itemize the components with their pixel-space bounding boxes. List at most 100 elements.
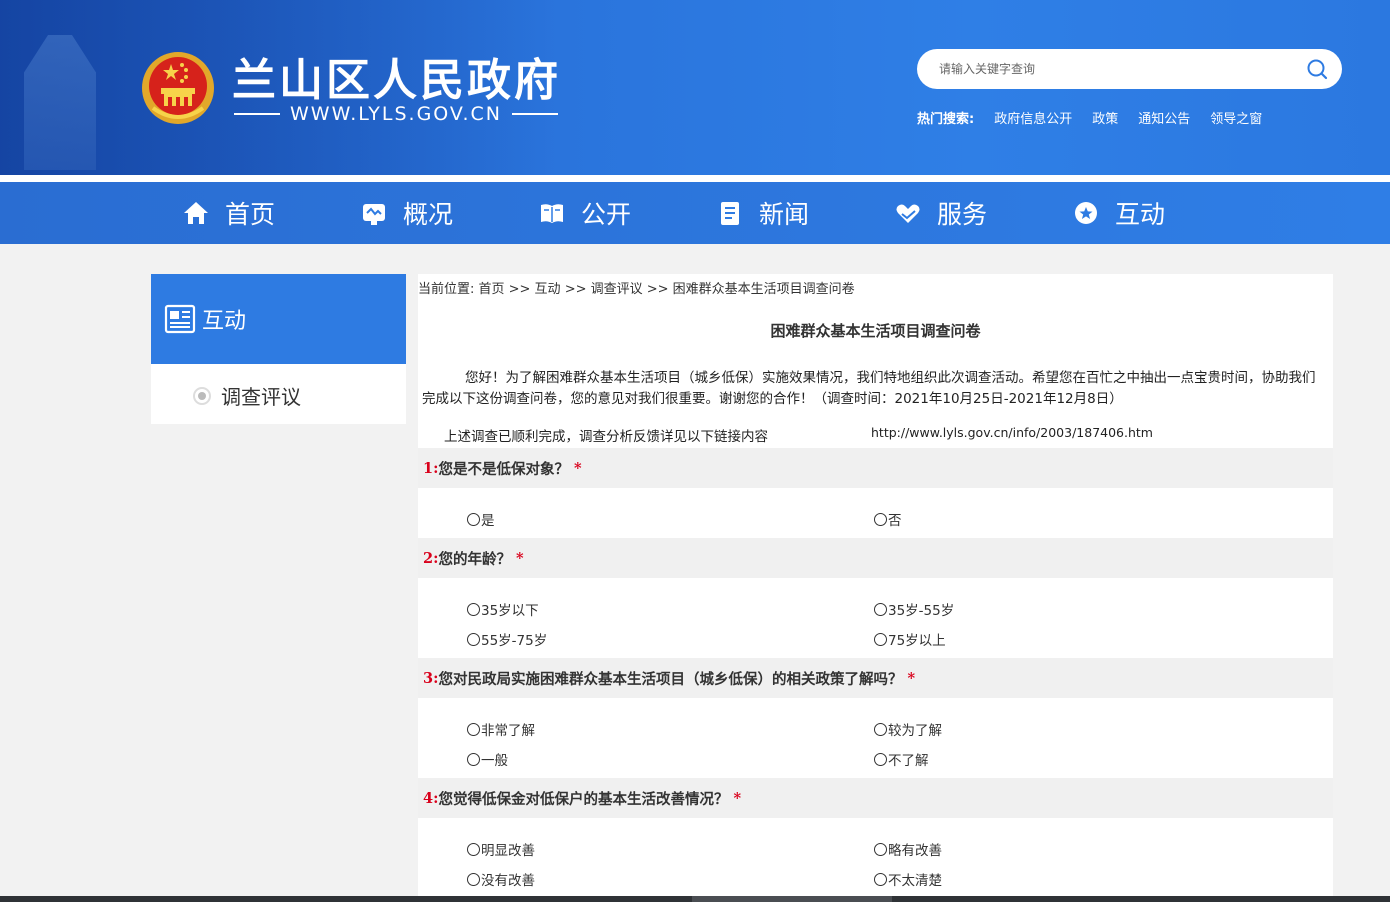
taskbar — [0, 896, 1390, 902]
option-label: 35岁-55岁 — [888, 603, 955, 619]
option-radio[interactable]: 较为了解 — [874, 719, 942, 739]
overview-icon — [359, 198, 389, 228]
option-label: 较为了解 — [888, 723, 942, 739]
hot-search: 热门搜索: 政府信息公开 政策 通知公告 领导之窗 — [917, 108, 1262, 127]
nav-item-interact[interactable]: 互动 — [1071, 182, 1165, 244]
search-box — [917, 49, 1342, 89]
option-radio[interactable]: 略有改善 — [874, 839, 942, 859]
question-4-heading: 4: 您觉得低保金对低保户的基本生活改善情况？ * — [418, 778, 1333, 818]
option-radio[interactable]: 非常了解 — [467, 719, 535, 739]
option-radio[interactable]: 不太清楚 — [874, 869, 942, 889]
nav-label: 首页 — [225, 200, 276, 229]
nav-label: 互动 — [1115, 200, 1166, 229]
question-number: 1: — [423, 459, 439, 477]
nav-item-service[interactable]: 服务 — [893, 182, 987, 244]
sidebar-item-survey[interactable]: 调查评议 — [193, 381, 301, 410]
nav-item-public[interactable]: 公开 — [537, 182, 631, 244]
option-label: 没有改善 — [481, 873, 535, 889]
bullet-icon — [193, 386, 211, 405]
sidebar: 互动 调查评议 — [151, 274, 406, 424]
option-radio[interactable]: 否 — [874, 509, 902, 529]
question-number: 2: — [423, 549, 439, 567]
main-nav: 首页 概况 公开 新闻 服务 互动 — [0, 182, 1390, 244]
option-label: 不太清楚 — [888, 873, 942, 889]
radio-icon[interactable] — [874, 632, 887, 646]
option-label: 略有改善 — [888, 843, 942, 859]
sidebar-title: 互动 — [202, 309, 247, 334]
search-icon[interactable] — [1306, 58, 1328, 80]
radio-icon[interactable] — [874, 752, 887, 766]
question-number: 4: — [423, 789, 439, 807]
required-mark: * — [733, 789, 742, 807]
survey-title: 困难群众基本生活项目调查问卷 — [770, 322, 981, 340]
sidebar-item-label: 调查评议 — [221, 385, 301, 409]
option-radio[interactable]: 75岁以上 — [874, 629, 946, 649]
nav-label: 新闻 — [759, 200, 810, 229]
radio-icon[interactable] — [874, 512, 887, 526]
question-text: 您是不是低保对象？ — [438, 460, 569, 478]
option-radio[interactable]: 没有改善 — [467, 869, 535, 889]
nav-item-news[interactable]: 新闻 — [715, 182, 809, 244]
nav-label: 公开 — [581, 200, 632, 229]
newspaper-icon — [164, 304, 196, 334]
taskbar-segment — [692, 896, 892, 902]
option-label: 非常了解 — [481, 723, 535, 739]
option-label: 35岁以下 — [481, 603, 539, 619]
hot-link[interactable]: 领导之窗 — [1210, 108, 1262, 127]
nav-label: 服务 — [937, 200, 988, 229]
national-emblem-icon — [142, 52, 214, 124]
option-radio[interactable]: 35岁以下 — [467, 599, 539, 619]
option-radio[interactable]: 是 — [467, 509, 495, 529]
breadcrumb: 当前位置: 首页 >> 互动 >> 调查评议 >> 困难群众基本生活项目调查问卷 — [418, 282, 855, 297]
question-text: 您的年龄？ — [438, 550, 511, 568]
radio-icon[interactable] — [467, 842, 480, 856]
site-header: 兰山区人民政府 WWW.LYLS.GOV.CN 热门搜索: 政府信息公开 政策 … — [0, 0, 1390, 175]
radio-icon[interactable] — [467, 722, 480, 736]
option-radio[interactable]: 明显改善 — [467, 839, 535, 859]
option-radio[interactable]: 35岁-55岁 — [874, 599, 954, 619]
header-strip — [0, 175, 1390, 182]
radio-icon[interactable] — [874, 872, 887, 886]
radio-icon[interactable] — [874, 722, 887, 736]
nav-item-overview[interactable]: 概况 — [359, 182, 453, 244]
option-label: 一般 — [481, 753, 508, 769]
result-link[interactable]: http://www.lyls.gov.cn/info/2003/187406.… — [871, 425, 1153, 440]
sidebar-header: 互动 — [151, 274, 406, 364]
radio-icon[interactable] — [874, 602, 887, 616]
option-label: 是 — [481, 513, 495, 529]
hot-search-label: 热门搜索: — [917, 112, 975, 127]
site-url-text: WWW.LYLS.GOV.CN — [290, 103, 502, 125]
main-content: 当前位置: 首页 >> 互动 >> 调查评议 >> 困难群众基本生活项目调查问卷… — [418, 274, 1333, 902]
hot-link[interactable]: 政策 — [1092, 108, 1118, 127]
option-radio[interactable]: 不了解 — [874, 749, 929, 769]
radio-icon[interactable] — [467, 602, 480, 616]
option-label: 75岁以上 — [888, 633, 946, 649]
required-mark: * — [573, 459, 582, 477]
book-icon — [537, 198, 567, 228]
radio-icon[interactable] — [467, 752, 480, 766]
news-icon — [715, 198, 745, 228]
chat-star-icon — [1071, 198, 1101, 228]
nav-label: 概况 — [403, 200, 454, 229]
survey-intro: 您好！为了解困难群众基本生活项目（城乡低保）实施效果情况，我们特地组织此次调查活… — [422, 370, 1316, 407]
hot-link[interactable]: 通知公告 — [1138, 108, 1190, 127]
option-radio[interactable]: 一般 — [467, 749, 508, 769]
option-label: 不了解 — [888, 753, 929, 769]
search-input[interactable] — [939, 59, 1299, 79]
question-text: 您对民政局实施困难群众基本生活项目（城乡低保）的相关政策了解吗？ — [438, 670, 903, 688]
question-3-heading: 3: 您对民政局实施困难群众基本生活项目（城乡低保）的相关政策了解吗？ * — [418, 658, 1333, 698]
radio-icon[interactable] — [874, 842, 887, 856]
radio-icon[interactable] — [467, 632, 480, 646]
question-2-heading: 2: 您的年龄？ * — [418, 538, 1333, 578]
option-radio[interactable]: 55岁-75岁 — [467, 629, 547, 649]
divider — [234, 113, 281, 115]
nav-item-home[interactable]: 首页 — [181, 182, 275, 244]
question-text: 您觉得低保金对低保户的基本生活改善情况？ — [438, 790, 729, 808]
site-url: WWW.LYLS.GOV.CN — [234, 103, 559, 125]
radio-icon[interactable] — [467, 872, 480, 886]
hot-link[interactable]: 政府信息公开 — [994, 108, 1072, 127]
option-label: 否 — [888, 513, 902, 529]
radio-icon[interactable] — [467, 512, 480, 526]
survey-complete-notice: 上述调查已顺利完成，调查分析反馈详见以下链接内容 — [444, 429, 768, 445]
option-label: 明显改善 — [481, 843, 535, 859]
